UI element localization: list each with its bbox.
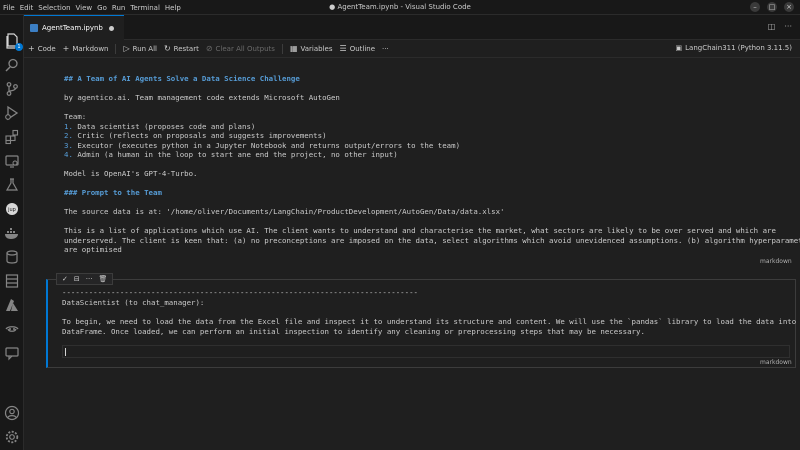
add-code-cell-button[interactable]: + Code	[28, 44, 56, 53]
database-icon[interactable]	[4, 249, 20, 265]
heading-line: ## A Team of AI Agents Solve a Data Scie…	[64, 74, 300, 83]
menu-bar: File Edit Selection View Go Run Terminal…	[3, 0, 186, 15]
team-item: 4. Admin (a human in the loop to start a…	[64, 150, 398, 159]
delete-cell-icon[interactable]: 🗑	[98, 275, 107, 283]
minimize-button[interactable]: –	[750, 2, 760, 12]
notebook-file-icon	[30, 24, 38, 32]
search-icon[interactable]	[4, 57, 20, 73]
run-all-icon: ▷	[123, 44, 130, 53]
notebook-toolbar: + Code + Markdown ▷ Run All ↻ Restart ⊘ Clear…	[24, 40, 800, 58]
toolbar-divider	[281, 43, 283, 54]
run-all-button[interactable]: ▷ Run All	[123, 44, 156, 53]
variables-icon: ▦	[289, 44, 298, 53]
svg-text:jup: jup	[7, 207, 16, 213]
prompt-heading: ### Prompt to the Team	[64, 188, 162, 197]
split-editor-icon[interactable]: ◫	[768, 22, 776, 31]
copilot-icon[interactable]	[4, 321, 20, 337]
outline-button[interactable]: ☰ Outline	[340, 44, 376, 53]
testing-icon[interactable]	[4, 177, 20, 193]
output-separator: ----------------------------------------…	[62, 288, 418, 297]
tab-label: AgentTeam.ipynb	[42, 24, 103, 32]
menu-terminal[interactable]: Terminal	[130, 4, 160, 12]
menu-view[interactable]: View	[76, 4, 93, 12]
azure-icon[interactable]	[4, 297, 20, 313]
cell-toolbar: ✓ ⊟ ··· 🗑	[56, 273, 114, 285]
menu-run[interactable]: Run	[112, 4, 125, 12]
restart-icon: ↻	[163, 44, 171, 53]
cell-language-tag[interactable]: markdown	[760, 359, 792, 366]
maximize-button[interactable]: □	[767, 2, 777, 12]
activity-bar: 1 jup	[0, 15, 24, 450]
kernel-label: LangChain311 (Python 3.11.5)	[685, 44, 792, 52]
tab-agentteam-notebook[interactable]: AgentTeam.ipynb	[24, 15, 124, 40]
outline-icon: ☰	[339, 44, 347, 53]
chat-icon[interactable]	[4, 345, 20, 361]
output-line: To begin, we need to load the data from …	[62, 317, 800, 326]
extensions-icon[interactable]	[4, 129, 20, 145]
cell-language-tag[interactable]: markdown	[760, 258, 792, 265]
jupyter-icon[interactable]: jup	[4, 201, 20, 217]
output-cell[interactable]: ----------------------------------------…	[46, 279, 796, 368]
explorer-badge: 1	[15, 43, 23, 51]
source-control-icon[interactable]	[4, 81, 20, 97]
run-debug-icon[interactable]	[4, 105, 20, 121]
menu-edit[interactable]: Edit	[20, 4, 34, 12]
markdown-cell[interactable]: ## A Team of AI Agents Solve a Data Scie…	[46, 66, 800, 268]
split-cell-icon[interactable]: ⊟	[74, 275, 80, 283]
menu-go[interactable]: Go	[97, 4, 107, 12]
toolbar-more-button[interactable]: ···	[382, 45, 389, 53]
close-window-button[interactable]: ×	[784, 2, 794, 12]
account-icon[interactable]	[4, 405, 20, 421]
docker-icon[interactable]	[4, 225, 20, 241]
notebook-editor: ## A Team of AI Agents Solve a Data Scie…	[24, 58, 800, 450]
unsaved-dot-icon[interactable]	[108, 25, 114, 31]
model-text: Model is OpenAI's GPT-4-Turbo.	[64, 169, 198, 178]
kernel-icon: ▣	[675, 44, 683, 52]
restart-kernel-button[interactable]: ↻ Restart	[164, 44, 199, 53]
clear-all-outputs-button[interactable]: ⊘ Clear All Outputs	[206, 44, 275, 53]
table-icon[interactable]	[4, 273, 20, 289]
more-actions-icon[interactable]: ···	[784, 22, 792, 31]
settings-gear-icon[interactable]	[4, 429, 20, 445]
menu-selection[interactable]: Selection	[38, 4, 70, 12]
speaker-label: DataScientist (to chat_manager):	[62, 297, 205, 307]
cell-editor-input[interactable]	[62, 345, 790, 358]
source-path-text: The source data is at: '/home/oliver/Doc…	[64, 207, 505, 216]
clear-outputs-icon: ⊘	[205, 44, 213, 53]
title-bar: File Edit Selection View Go Run Terminal…	[0, 0, 800, 15]
text-cursor	[65, 348, 66, 356]
team-item: 1. Data scientist (proposes code and pla…	[64, 121, 256, 131]
kernel-picker[interactable]: ▣ LangChain311 (Python 3.11.5)	[676, 44, 793, 52]
team-label: Team:	[64, 112, 87, 121]
toolbar-divider	[115, 43, 117, 54]
output-line: DataFrame. Once loaded, we can perform a…	[62, 326, 645, 336]
plus-icon: +	[28, 44, 35, 53]
menu-help[interactable]: Help	[165, 4, 181, 12]
prompt-paragraph-line: underserved. The client is keen that: (a…	[64, 235, 800, 245]
menu-file[interactable]: File	[3, 4, 15, 12]
explorer-icon[interactable]: 1	[4, 33, 23, 51]
plus-icon: +	[62, 44, 70, 53]
remote-explorer-icon[interactable]	[4, 153, 20, 169]
add-markdown-cell-button[interactable]: + Markdown	[63, 44, 109, 53]
team-item: 3. Executor (executes python in a Jupyte…	[64, 140, 461, 150]
window-controls: – □ ×	[750, 2, 794, 12]
team-item: 2. Critic (reflects on proposals and sug…	[64, 131, 327, 140]
editor-tab-bar: AgentTeam.ipynb ◫ ···	[24, 15, 800, 40]
byline-text: by agentico.ai. Team management code ext…	[64, 93, 340, 102]
editor-actions: ◫ ···	[768, 22, 792, 31]
cell-more-icon[interactable]: ···	[86, 275, 93, 283]
variables-button[interactable]: ▦ Variables	[290, 44, 333, 53]
prompt-paragraph-line: are optimised	[64, 245, 122, 254]
prompt-paragraph-line: This is a list of applications which use…	[64, 226, 776, 235]
accept-check-icon[interactable]: ✓	[62, 275, 68, 283]
